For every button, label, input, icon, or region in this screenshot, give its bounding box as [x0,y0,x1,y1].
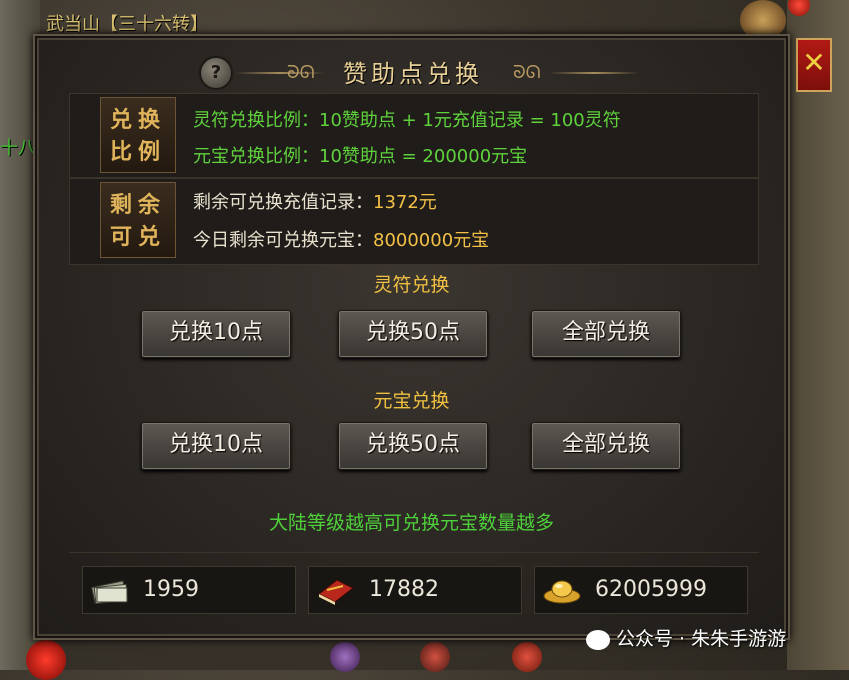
game-scene-right [787,0,849,670]
skill-slot-2[interactable] [420,642,450,672]
yuanbao-ratio-text: 元宝兑换比例：10赞助点 = 200000元宝 [193,146,528,167]
red-book-icon [318,579,354,605]
help-button[interactable]: ? [200,57,232,89]
gold-ingot-icon [543,580,581,604]
resource-book: 17882 [308,566,522,614]
close-button[interactable]: ✕ [796,38,832,92]
gold-value: 62005999 [595,577,707,602]
side-label: 十八 [0,138,36,159]
today-yuanbao-label: 今日剩余可兑换元宝： [193,230,373,251]
resource-gold: 62005999 [534,566,748,614]
remaining-recharge-value: 1372元 [373,192,437,213]
watermark-text: 公众号 · 朱朱手游游 [616,628,787,650]
remaining-seal-line-2: 可兑 [109,224,166,250]
close-icon: ✕ [802,46,826,79]
swirl-ornament-right: ᘐᘏ [513,62,541,83]
dialog-title: 赞助点兑换 [343,60,483,88]
title-ornament-right [549,72,639,74]
question-icon: ? [210,62,222,83]
swirl-ornament-left: ᘐᘏ [287,62,315,83]
today-yuanbao-value: 8000000元宝 [373,230,490,251]
lingfu-section-title: 灵符兑换 [373,274,450,296]
ratio-seal-line-2: 比例 [109,139,166,165]
wechat-icon [586,629,610,650]
remaining-recharge-label: 剩余可兑换充值记录： [193,192,373,213]
watermark: 公众号 · 朱朱手游游 [586,624,786,651]
today-yuanbao-row: 今日剩余可兑换元宝：8000000元宝 [193,226,489,252]
ratio-seal: 兑换 比例 [100,97,176,173]
yuanbao-section-title: 元宝兑换 [373,390,450,412]
info-divider [69,177,759,179]
remaining-recharge-row: 剩余可兑换充值记录：1372元 [193,188,437,214]
exchange-hint: 大陆等级越高可兑换元宝数量越多 [268,512,554,534]
book-value: 17882 [369,577,439,602]
lingfu-exchange-50-button[interactable]: 兑换50点 [338,310,488,358]
yuanbao-exchange-all-button[interactable]: 全部兑换 [531,422,681,470]
remaining-seal-line-1: 剩余 [109,192,166,218]
money-stack-icon [91,580,129,605]
lingfu-ratio-text: 灵符兑换比例：10赞助点 + 1元充值记录 = 100灵符 [193,110,621,131]
ratio-seal-line-1: 兑换 [109,107,166,133]
footer-divider [69,552,759,553]
skill-slot-1[interactable] [330,642,360,672]
exchange-dialog: ? ᘐᘏ 赞助点兑换 ᘐᘏ 兑换 比例 剩余 可兑 灵符兑换比例：10赞助点 +… [33,34,790,640]
yuanbao-exchange-10-button[interactable]: 兑换10点 [141,422,291,470]
skill-slot-3[interactable] [512,642,542,672]
money-value: 1959 [143,577,199,602]
lingfu-exchange-all-button[interactable]: 全部兑换 [531,310,681,358]
dialog-title-bar: ? ᘐᘏ 赞助点兑换 ᘐᘏ [35,52,788,96]
remaining-seal: 剩余 可兑 [100,182,176,258]
hp-orb [26,640,66,680]
lingfu-exchange-10-button[interactable]: 兑换10点 [141,310,291,358]
map-location-label: 武当山【三十六转】 [46,14,208,35]
resource-money: 1959 [82,566,296,614]
yuanbao-exchange-50-button[interactable]: 兑换50点 [338,422,488,470]
